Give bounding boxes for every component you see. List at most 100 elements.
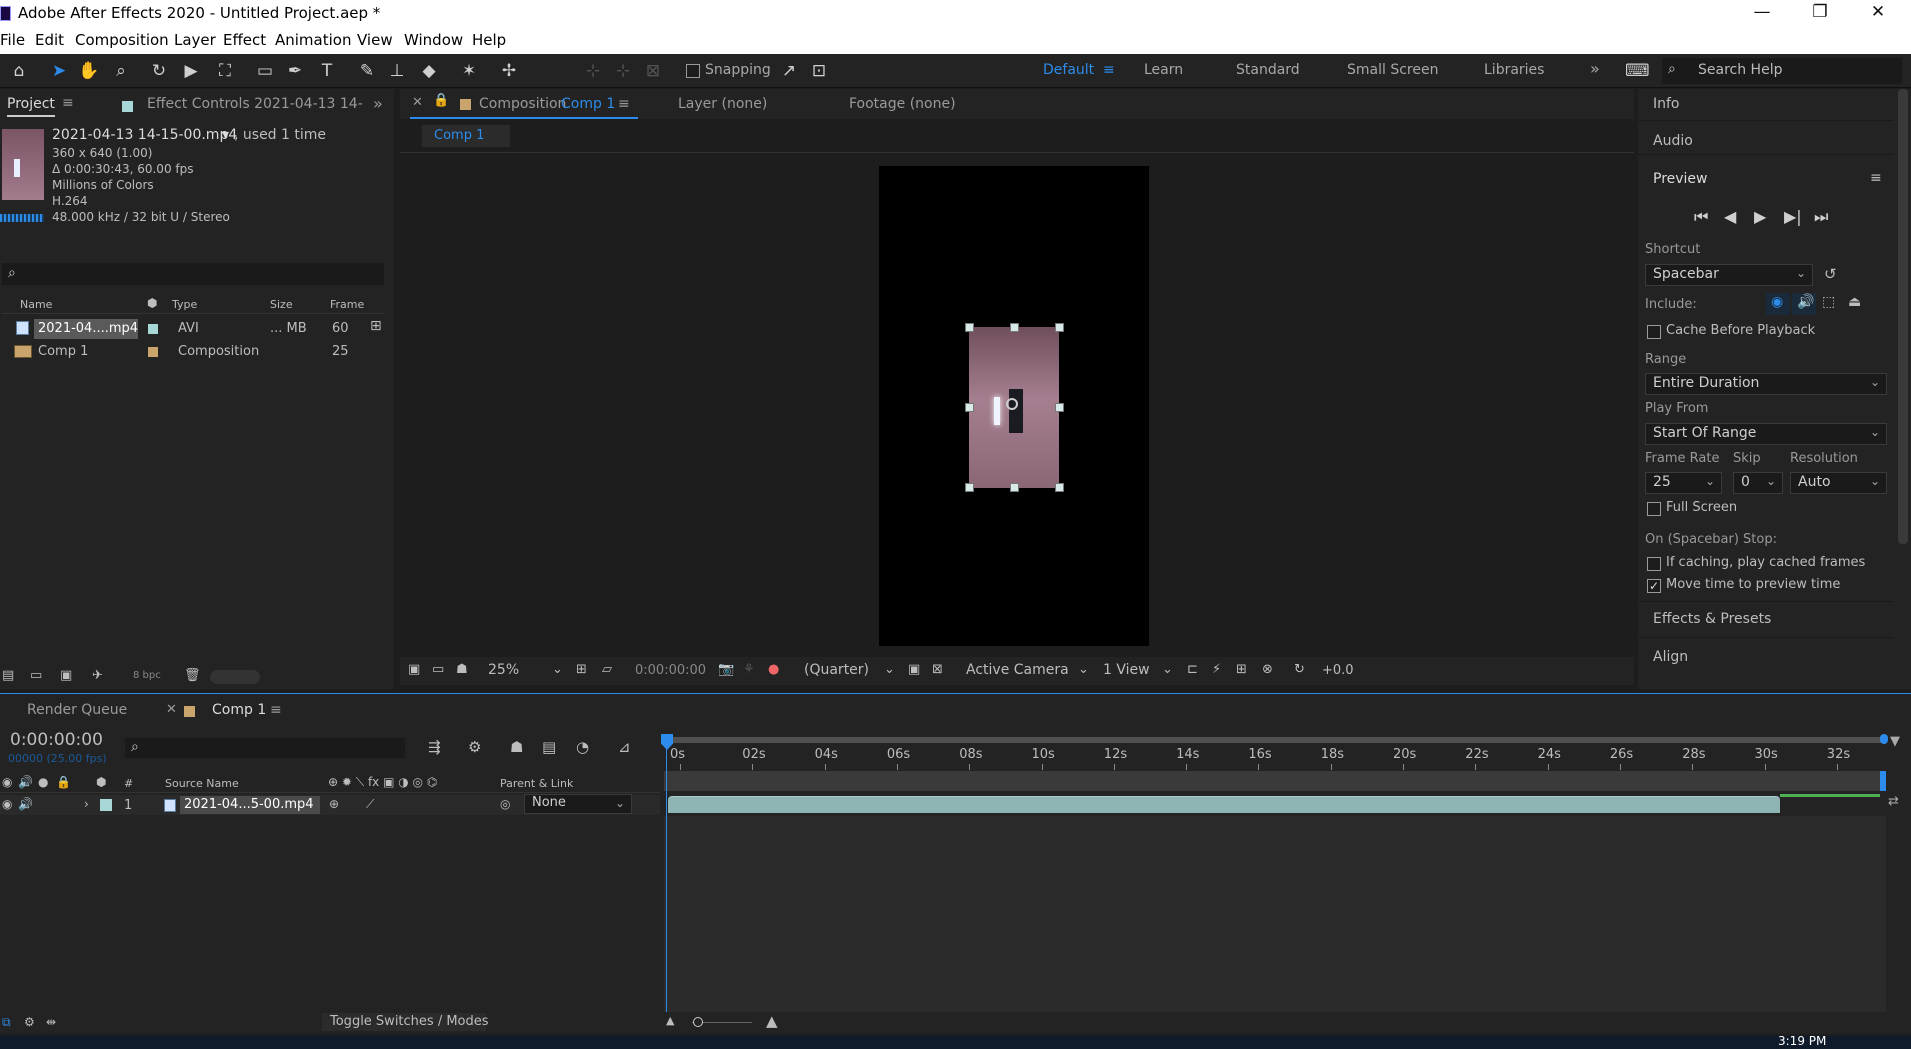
close-tab-icon[interactable]: ✕ [166,702,177,717]
flowchart-icon[interactable]: ⊞ [370,318,382,334]
transform-handle[interactable] [1010,483,1019,492]
work-area-end-handle[interactable] [1880,734,1888,744]
resolution-select[interactable]: Auto ⌄ [1790,472,1887,494]
column-source-name[interactable]: Source Name [165,777,239,790]
new-folder-icon[interactable]: ▭ [30,668,42,683]
right-panel-scrollbar[interactable] [1898,89,1908,544]
comp-current-time[interactable]: 0:00:00:00 [635,663,706,678]
transform-handle[interactable] [1055,403,1064,412]
menu-help[interactable]: Help [472,31,506,49]
play-icon[interactable]: ▶ [1754,207,1766,226]
label-column-tag-icon[interactable]: ⬢ [96,775,106,789]
menu-edit[interactable]: Edit [35,31,64,49]
tab-composition-name[interactable]: Comp 1 [561,96,615,112]
shortcut-select[interactable]: Spacebar ⌄ [1645,264,1813,286]
menu-effect[interactable]: Effect [223,31,266,49]
transform-handle[interactable] [965,403,974,412]
project-settings-icon[interactable]: ✈ [92,668,103,683]
time-ruler-track[interactable] [664,771,1886,791]
fast-preview-icon[interactable]: ⚡ [1212,662,1221,677]
layer-duration-bar[interactable] [668,796,1780,813]
camera-view-value[interactable]: Active Camera [966,662,1069,678]
audio-panel-header[interactable]: Audio [1638,123,1893,155]
tab-effect-controls[interactable]: Effect Controls 2021-04-13 14- [147,96,363,112]
comp-mini-flowchart-icon[interactable]: ⇶ [428,738,441,756]
new-composition-icon[interactable]: ▣ [60,668,72,683]
flowchart-icon[interactable]: ⊗ [1262,662,1273,677]
workspace-standard[interactable]: Standard [1236,62,1300,78]
transparency-grid-icon[interactable]: ⊠ [932,662,943,677]
region-of-interest-icon[interactable]: ▣ [908,662,920,677]
timeline-icon[interactable]: ⊞ [1236,662,1247,677]
timeline-zoom-handle[interactable] [693,1017,703,1027]
type-tool-icon[interactable]: T [316,60,338,82]
lock-column-icon[interactable]: 🔒 [56,775,71,789]
camera-tool-icon[interactable]: ▶ [180,60,202,82]
include-audio-icon[interactable]: 🔊 [1792,293,1816,315]
footage-dropdown-icon[interactable]: ▾ [222,127,229,143]
bit-depth[interactable]: 8 bpc [133,670,161,681]
video-column-icon[interactable]: ◉ [2,775,12,789]
snapping-checkbox[interactable] [686,64,700,78]
rotation-tool-icon[interactable]: ↻ [148,60,170,82]
cache-before-playback-checkbox[interactable] [1647,325,1661,339]
workspace-menu-icon[interactable]: ≡ [1103,62,1115,78]
tab-render-queue[interactable]: Render Queue [27,702,127,718]
collapse-transform-icon[interactable]: ⊕ [329,797,339,811]
show-snapshot-icon[interactable]: ⚘ [743,662,755,677]
rectangle-tool-icon[interactable]: ▭ [254,60,276,82]
parent-select[interactable]: None ⌄ [524,794,632,814]
axis-view-icon[interactable]: ⊠ [642,60,664,82]
reset-exposure-icon[interactable]: ↻ [1294,662,1305,677]
tab-footage[interactable]: Footage (none) [849,96,956,112]
view-layout-value[interactable]: 1 View [1103,662,1150,678]
menu-window[interactable]: Window [404,31,463,49]
home-icon[interactable]: ⌂ [8,60,30,82]
timeline-layer-row[interactable]: ◉ 🔊 › 1 2021-04...5-00.mp4 ⊕ ⟋ ◎ None ⌄ [0,794,660,815]
anchor-point-icon[interactable] [1006,398,1018,410]
panel-overflow-icon[interactable]: » [373,94,383,113]
zoom-value[interactable]: 25% [488,662,519,678]
menu-layer[interactable]: Layer [174,31,216,49]
workspace-learn[interactable]: Learn [1144,62,1183,78]
workspace-overflow[interactable]: » [1590,59,1600,78]
minimize-button[interactable]: — [1733,2,1791,26]
tab-timeline-comp[interactable]: Comp 1 [212,702,266,718]
brush-tool-icon[interactable]: ✎ [356,60,378,82]
close-button[interactable]: ✕ [1849,2,1907,26]
trash-icon[interactable]: 🗑 [184,668,201,683]
full-screen-checkbox[interactable] [1647,502,1661,516]
frame-blending-icon[interactable]: ▤ [542,738,556,756]
lock-icon[interactable]: 🔒 [433,93,449,108]
transform-handle[interactable] [1010,323,1019,332]
include-video-icon[interactable]: ◉ [1766,293,1790,315]
search-help-field[interactable]: ⌕ Search Help [1662,58,1902,84]
align-header[interactable]: Align [1638,637,1893,669]
first-frame-icon[interactable]: ⏮ [1694,207,1708,227]
transform-handle[interactable] [965,483,974,492]
puppet-tool-icon[interactable]: ✢ [498,60,520,82]
close-tab-icon[interactable]: ✕ [412,95,423,110]
transfer-controls-pane-icon[interactable]: ⚙ [24,1015,35,1029]
menu-view[interactable]: View [357,31,393,49]
work-area-bar[interactable] [664,737,1886,743]
move-time-checkbox[interactable]: ✓ [1647,579,1661,593]
eraser-tool-icon[interactable]: ◆ [418,60,440,82]
previous-frame-icon[interactable]: ◀ [1724,207,1736,226]
comp-breadcrumb[interactable]: Comp 1 [422,125,510,147]
reset-icon[interactable]: ↺ [1824,265,1837,283]
roto-brush-tool-icon[interactable]: ✶ [458,60,480,82]
mask-visibility-icon[interactable]: ☗ [456,662,468,677]
effects-presets-header[interactable]: Effects & Presets [1638,601,1893,633]
monitor-icon[interactable]: ▭ [432,662,444,677]
selection-tool-icon[interactable]: ➤ [48,60,70,82]
audio-column-icon[interactable]: 🔊 [18,775,33,789]
layer-name[interactable]: 2021-04...5-00.mp4 [184,797,314,812]
tab-composition-label[interactable]: Composition [479,96,566,112]
include-overlays-icon[interactable]: ⬚ [1822,294,1835,310]
label-column-tag-icon[interactable]: ⬢ [147,296,157,310]
eye-icon[interactable]: ◉ [2,797,12,811]
footage-layer-preview[interactable] [969,327,1059,488]
interpret-footage-icon[interactable]: ▤ [2,668,14,683]
tab-layer[interactable]: Layer (none) [678,96,767,112]
